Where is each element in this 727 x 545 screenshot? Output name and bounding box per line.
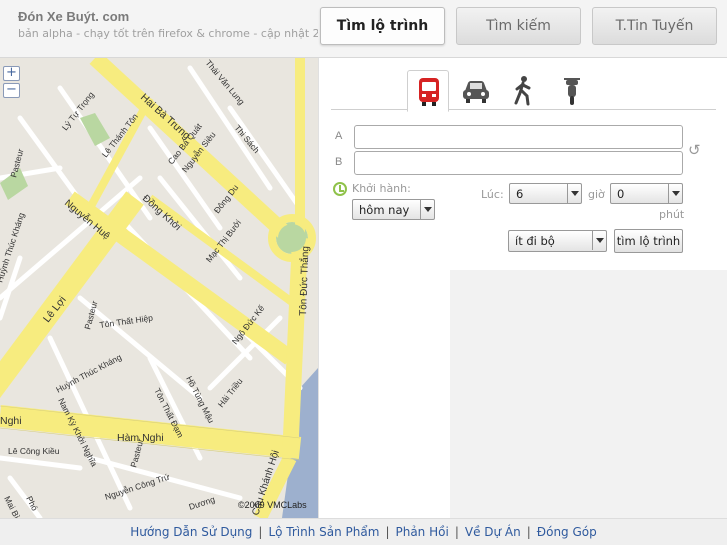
walk-icon [514,76,531,106]
hour-label: giờ [588,188,605,201]
mode-motorbike[interactable] [551,70,593,112]
minute-label: phút [659,208,685,221]
day-select-value: hôm nay [359,203,410,217]
site-tagline: bản alpha - chạy tốt trên firefox & chro… [18,27,318,40]
tab-route-info[interactable]: T.Tin Tuyến [592,7,717,45]
motorbike-icon [564,78,580,105]
origin-input[interactable] [354,125,683,149]
find-route-button[interactable]: tìm lộ trình [614,229,683,253]
footer-link-about[interactable]: Về Dự Án [465,525,521,539]
bus-icon [419,78,439,106]
footer-separator: | [258,525,263,539]
park-shape [80,113,110,146]
footer-separator: | [526,525,531,539]
minute-select-value: 0 [617,187,625,201]
time-label: Lúc: [481,188,504,201]
car-icon [463,81,489,103]
day-select[interactable]: hôm nay [352,199,435,220]
footer-link-guide[interactable]: Hướng Dẫn Sử Dụng [130,525,252,539]
footer-link-contribute[interactable]: Đóng Góp [537,525,597,539]
chevron-down-icon [668,184,682,203]
hour-select[interactable]: 6 [509,183,582,204]
footer-link-feedback[interactable]: Phản Hồi [395,525,448,539]
street-label: Hai Bà Trưng [138,91,193,142]
street-label: Tôn Thất Hiệp [99,313,154,330]
route-panel: A B ↺ Khởi hành: hôm nay Lúc: 6 giờ 0 ph… [318,58,727,518]
map-canvas: Hai Bà Trưng Thái Văn Lung Lý Tự Trọng L… [0,58,318,518]
map-view[interactable]: Hai Bà Trưng Thái Văn Lung Lý Tự Trọng L… [0,58,318,518]
chevron-down-icon [567,184,581,203]
clock-icon [333,182,347,196]
tab-find-route[interactable]: Tìm lộ trình [320,7,445,45]
footer: Hướng Dẫn Sử Dụng | Lộ Trình Sản Phẩm | Phản… [0,518,727,545]
tab-search[interactable]: Tìm kiếm [456,7,581,45]
chevron-down-icon [592,231,606,250]
minute-select[interactable]: 0 [610,183,683,204]
mode-car[interactable] [455,70,497,112]
header: Đón Xe Buýt. com bản alpha - chạy tốt tr… [0,0,727,58]
street-label: Hồ Tùng Mậu [184,374,216,425]
label-b: B [335,156,343,168]
chevron-down-icon [420,200,434,219]
swap-icon[interactable]: ↺ [688,141,701,159]
street-label: Nghi [0,415,22,427]
mode-bus[interactable] [407,70,449,112]
mode-walk[interactable] [503,70,545,112]
street-label: Phó [24,494,40,512]
preference-select-value: ít đi bộ [515,234,555,248]
preference-select[interactable]: ít đi bộ [508,230,607,252]
footer-separator: | [385,525,390,539]
map-copyright: ©2009 VMCLabs [238,500,307,510]
site-brand[interactable]: Đón Xe Buýt. com [18,9,129,24]
zoom-in-button[interactable]: + [3,66,20,81]
label-a: A [335,130,343,142]
footer-separator: | [454,525,459,539]
street-label: Lê Công Kiều [8,446,60,456]
destination-input[interactable] [354,151,683,175]
zoom-out-button[interactable]: − [3,83,20,98]
street-label: Dương [188,494,217,512]
depart-label: Khởi hành: [352,182,411,195]
results-area [450,270,727,518]
footer-link-roadmap[interactable]: Lộ Trình Sản Phẩm [268,525,379,539]
hour-select-value: 6 [516,187,524,201]
